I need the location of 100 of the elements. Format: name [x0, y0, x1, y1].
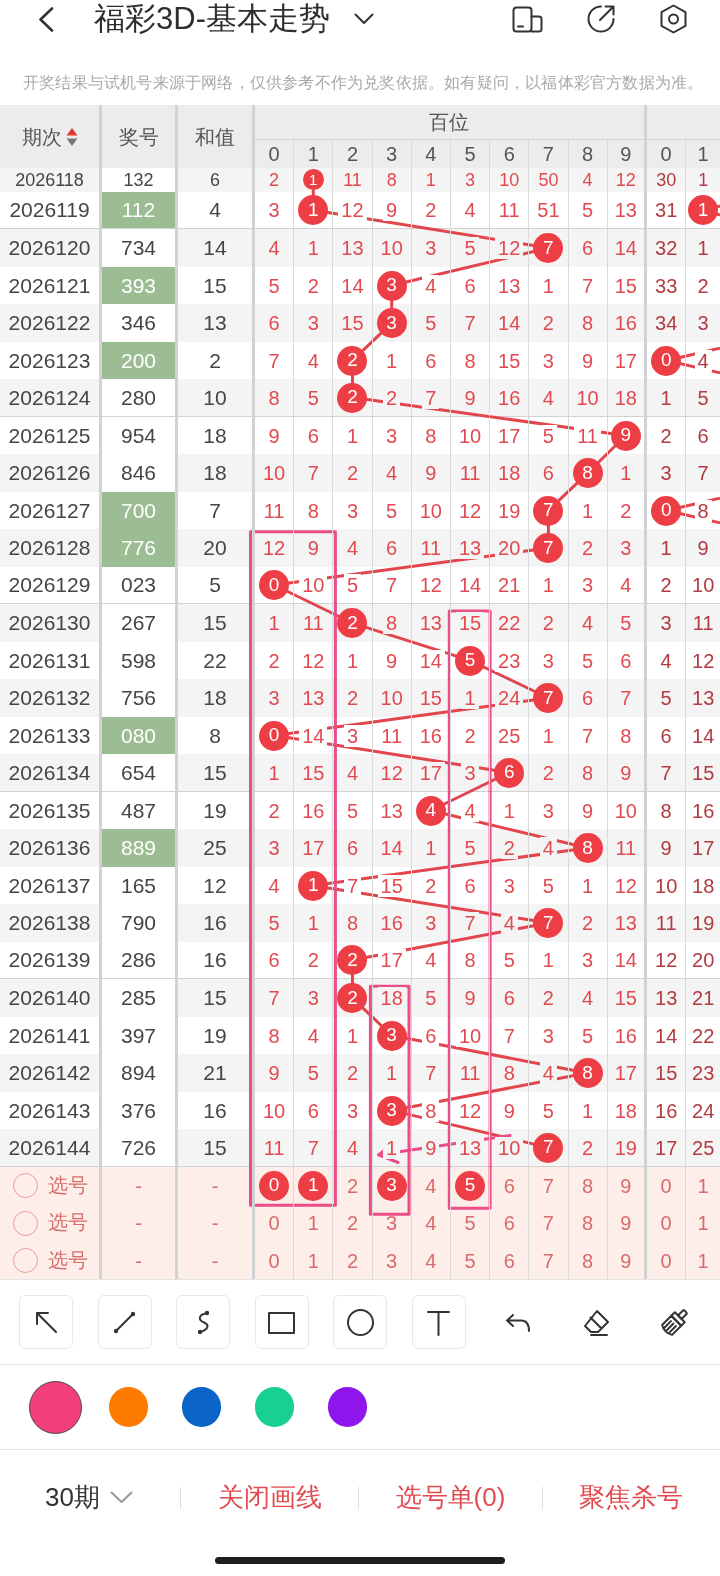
device-icon[interactable] — [512, 5, 543, 33]
omission-count: 7 — [343, 874, 362, 897]
digit-option[interactable]: 0 — [646, 1241, 687, 1279]
digit-option[interactable]: 4 — [411, 1204, 451, 1242]
chevron-down-icon[interactable] — [353, 13, 374, 25]
digit-option[interactable]: 3 — [372, 1241, 412, 1279]
action-button[interactable]: 选号单(0) — [395, 1478, 506, 1517]
omission-count: 8 — [422, 1099, 440, 1122]
arrow-tool[interactable] — [19, 1295, 73, 1349]
pick-label: 选号 — [48, 1172, 88, 1198]
digit-option[interactable]: 7 — [529, 1241, 569, 1279]
number-ball: 3 — [376, 1020, 407, 1051]
column-header: 1 — [696, 142, 710, 167]
draw-number: 776 — [102, 529, 178, 567]
draw-number: 112 — [102, 191, 178, 229]
number-ball[interactable]: 1 — [298, 1170, 329, 1201]
action-button[interactable]: 聚焦杀号 — [579, 1478, 684, 1517]
number-ball: 2 — [337, 608, 368, 638]
digit-option[interactable]: 1 — [686, 1241, 720, 1279]
digit-option[interactable]: 8 — [568, 1204, 608, 1242]
digit-option[interactable]: 6 — [490, 1204, 530, 1242]
number-ball: 1 — [302, 169, 324, 191]
number-ball[interactable]: 3 — [376, 1170, 407, 1201]
number-ball: 1 — [298, 870, 329, 901]
color-swatch[interactable] — [327, 1387, 368, 1427]
color-swatch[interactable] — [181, 1387, 222, 1427]
number-ball: 3 — [376, 1095, 407, 1126]
omission-count: 4 — [500, 912, 518, 934]
draw-number: 280 — [102, 379, 178, 416]
color-swatch[interactable] — [108, 1387, 149, 1427]
color-swatch[interactable] — [254, 1387, 295, 1427]
digit-option[interactable]: 1 — [686, 1166, 720, 1205]
page-title: 福彩3D-基本走势 — [94, 0, 330, 38]
digit-option[interactable]: 2 — [333, 1204, 373, 1242]
digit-option[interactable]: 4 — [411, 1241, 451, 1279]
brush-icon[interactable] — [659, 1307, 689, 1337]
draw-number: 894 — [102, 1054, 178, 1092]
omission-count: 8 — [694, 499, 712, 522]
digit-option[interactable]: 7 — [529, 1204, 569, 1242]
draw-number: 889 — [102, 829, 178, 867]
draw-number: 267 — [102, 604, 178, 642]
draw-number: 846 — [102, 454, 178, 492]
digit-option[interactable]: 0 — [255, 1204, 295, 1242]
action-button[interactable]: 关闭画线 — [217, 1478, 322, 1517]
draw-number: - — [135, 1211, 142, 1236]
digit-option[interactable]: 3 — [372, 1204, 412, 1242]
number-ball: 2 — [337, 382, 368, 413]
digit-option[interactable]: 2 — [333, 1241, 373, 1279]
back-icon[interactable] — [38, 6, 54, 32]
circle-tool[interactable] — [333, 1295, 387, 1349]
digit-option[interactable]: 0 — [255, 1241, 295, 1279]
group-header: 百位 — [429, 110, 470, 135]
number-ball: 7 — [533, 233, 564, 263]
draw-number: - — [135, 1248, 142, 1274]
column-header: 和值 — [195, 124, 235, 150]
column-header: 期次 — [21, 124, 62, 150]
column-header: 奖号 — [118, 124, 159, 150]
omission-count: 4 — [694, 349, 712, 372]
digit-option[interactable]: 1 — [686, 1204, 720, 1242]
number-ball: 3 — [376, 308, 407, 338]
share-icon[interactable] — [586, 4, 616, 34]
sort-icon[interactable] — [65, 126, 78, 147]
chevron-down-icon — [109, 1491, 133, 1504]
settings-icon[interactable] — [659, 4, 688, 34]
digit-option[interactable]: 1 — [294, 1204, 334, 1242]
draw-number: 726 — [102, 1129, 178, 1166]
number-ball[interactable]: 5 — [455, 1170, 486, 1201]
color-swatch[interactable] — [29, 1380, 82, 1434]
number-ball: 0 — [259, 720, 290, 751]
draw-number: 700 — [102, 491, 178, 530]
draw-number: 132 — [102, 168, 178, 192]
number-ball: 0 — [259, 570, 290, 600]
notice-text: 开奖结果与试机号来源于网络，仅供参考不作为兑奖依据。如有疑问，以福体彩官方数据为准。 — [23, 74, 704, 91]
draw-number: 393 — [102, 266, 178, 305]
digit-option[interactable]: 5 — [450, 1241, 491, 1279]
curve-tool[interactable] — [176, 1295, 230, 1349]
line-tool[interactable] — [97, 1295, 152, 1349]
digit-option[interactable]: 1 — [294, 1241, 334, 1279]
number-ball: 8 — [572, 833, 603, 863]
draw-number: 200 — [102, 341, 178, 380]
omission-count: 12 — [495, 237, 524, 259]
digit-option[interactable]: 8 — [568, 1241, 608, 1279]
draw-number: - — [135, 1173, 142, 1199]
digit-option[interactable]: 5 — [450, 1204, 491, 1242]
rectangle-tool[interactable] — [254, 1295, 309, 1349]
period-dropdown[interactable]: 30期 — [45, 1478, 133, 1517]
sum-value: - — [211, 1173, 219, 1199]
number-ball: 5 — [455, 645, 486, 676]
sum-value: - — [211, 1211, 219, 1236]
draw-number: 285 — [102, 979, 178, 1017]
sum-value: - — [211, 1248, 219, 1274]
digit-option[interactable]: 6 — [490, 1241, 530, 1279]
number-ball[interactable]: 0 — [259, 1170, 290, 1201]
digit-option[interactable]: 0 — [646, 1204, 687, 1242]
number-ball: 2 — [337, 345, 368, 376]
eraser-icon[interactable] — [581, 1307, 610, 1337]
number-ball: 0 — [651, 495, 682, 526]
text-tool[interactable] — [411, 1295, 466, 1349]
digit-option[interactable]: 9 — [607, 1241, 647, 1279]
number-ball: 6 — [494, 757, 525, 788]
